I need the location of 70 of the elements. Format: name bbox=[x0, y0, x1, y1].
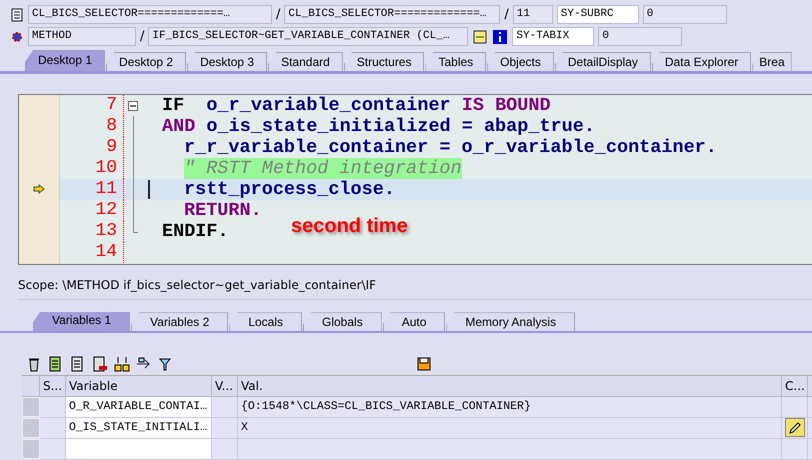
separator-text: / bbox=[276, 7, 280, 22]
line-number: 9 bbox=[60, 136, 124, 158]
trash-icon[interactable] bbox=[26, 356, 42, 372]
line-number: 14 bbox=[60, 242, 124, 263]
system-field-value[interactable]: 0 bbox=[598, 27, 682, 46]
desktop-tab[interactable]: Desktop 3 bbox=[187, 52, 268, 71]
line-field[interactable]: 11 bbox=[512, 5, 553, 24]
variables-tab[interactable]: Globals bbox=[303, 312, 382, 332]
collapse-icon[interactable] bbox=[128, 100, 138, 111]
code-line: AND o_is_state_initialized = abap_true. bbox=[162, 116, 595, 137]
text-cursor bbox=[148, 180, 150, 199]
code-line: r_r_variable_container = o_r_variable_container. bbox=[183, 136, 717, 158]
column-header[interactable]: S... bbox=[40, 376, 66, 398]
arrow-icon bbox=[33, 184, 45, 194]
desktop-tab[interactable]: Desktop 1 bbox=[25, 50, 106, 71]
variables-tab[interactable]: Variables 2 bbox=[131, 312, 228, 332]
include-field[interactable]: CL_BICS_SELECTOR=============… bbox=[284, 5, 500, 24]
value-cell: {O:1548*\CLASS=CL_BICS_VARIABLE_CONTAINER} bbox=[238, 397, 782, 418]
desktop-tab[interactable]: Desktop 2 bbox=[106, 52, 186, 71]
filter-icon[interactable] bbox=[158, 356, 174, 372]
desktop-tab[interactable]: Tables bbox=[425, 52, 486, 71]
system-field-name[interactable]: SY-SUBRC bbox=[556, 5, 639, 24]
info-icon[interactable] bbox=[492, 28, 508, 44]
desktop-tab[interactable]: DetailDisplay bbox=[554, 52, 651, 71]
system-field-name[interactable]: SY-TABIX bbox=[512, 27, 594, 46]
line-number: 7 bbox=[60, 94, 124, 116]
column-header[interactable]: V... bbox=[212, 376, 238, 398]
table-cell bbox=[212, 418, 238, 440]
line-number: 13 bbox=[60, 220, 124, 242]
variable-cell: O_IS_STATE_INITIALI… bbox=[66, 418, 212, 440]
column-header[interactable]: Val. bbox=[238, 376, 782, 398]
list-icon bbox=[10, 8, 24, 22]
variables-tab[interactable]: Locals bbox=[229, 312, 302, 332]
desktop-tab[interactable]: Objects bbox=[487, 52, 554, 71]
line-number: 12 bbox=[60, 200, 124, 221]
line-number: 11 bbox=[60, 178, 124, 200]
sort-icon[interactable] bbox=[114, 356, 130, 372]
program-field[interactable]: CL_BICS_SELECTOR=============… bbox=[28, 5, 272, 24]
code-line: IF o_r_variable_container IS BOUND bbox=[162, 94, 551, 116]
system-field-value[interactable]: 0 bbox=[642, 5, 727, 24]
save-icon[interactable] bbox=[416, 356, 432, 372]
table-cell bbox=[212, 397, 238, 418]
event-field[interactable]: IF_BICS_SELECTOR~GET_VARIABLE_CONTAINER (CL_… bbox=[148, 27, 468, 46]
table-cell bbox=[40, 418, 66, 440]
table-cell bbox=[40, 397, 66, 418]
gear-icon bbox=[10, 30, 24, 44]
event-type-field[interactable]: METHOD bbox=[28, 27, 136, 46]
variables-tab[interactable]: Auto bbox=[382, 312, 446, 332]
annotation-text: second time bbox=[291, 214, 408, 238]
code-line: ENDIF. bbox=[162, 220, 229, 242]
variables-tab[interactable]: Memory Analysis bbox=[446, 312, 576, 332]
desktop-tab[interactable]: Data Explorer bbox=[652, 52, 752, 71]
value-cell: X bbox=[238, 418, 782, 440]
desktop-tab[interactable]: Brea bbox=[752, 52, 792, 71]
desktop-tab[interactable]: Standard bbox=[268, 52, 343, 71]
variables-tab[interactable]: Variables 1 bbox=[33, 312, 130, 332]
line-number: 8 bbox=[60, 116, 124, 137]
scope-text: Scope: \METHOD if_bics_selector~get_variable_container\IF bbox=[18, 275, 812, 300]
header-cell bbox=[22, 376, 40, 398]
code-line: rstt_process_close. bbox=[183, 178, 395, 200]
column-header[interactable]: Variable bbox=[66, 376, 212, 398]
separator-text: / bbox=[504, 7, 509, 22]
document-delete-icon[interactable] bbox=[92, 356, 108, 372]
column-header[interactable]: C... bbox=[782, 376, 808, 398]
table-cell bbox=[212, 439, 238, 460]
code-line: RETURN. bbox=[183, 200, 262, 221]
separator-text: / bbox=[140, 29, 144, 44]
desktop-tab[interactable]: Structures bbox=[344, 52, 424, 71]
display-icon[interactable] bbox=[472, 28, 488, 44]
variable-cell: O_R_VARIABLE_CONTAI… bbox=[66, 397, 212, 418]
